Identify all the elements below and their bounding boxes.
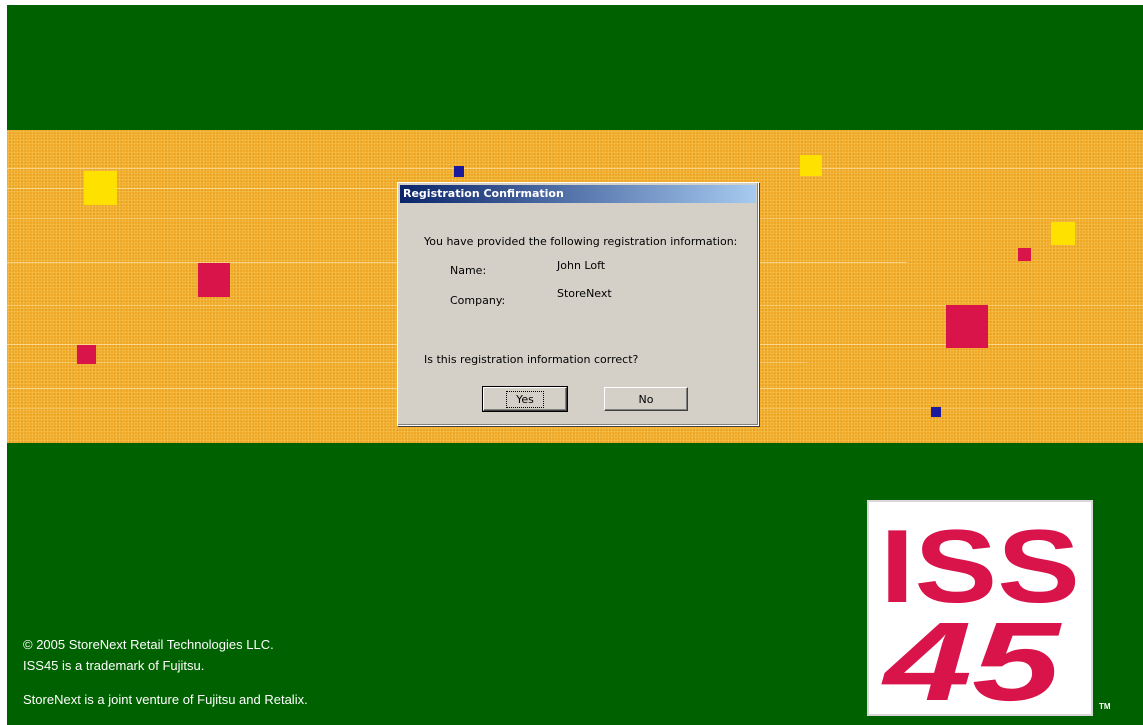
name-label: Name: (450, 264, 487, 277)
company-value: StoreNext (557, 287, 612, 300)
decor-square (946, 305, 988, 348)
iss45-logo: ISS 45 (867, 500, 1093, 716)
no-button-label: No (638, 392, 654, 406)
trademark-symbol: TM (1099, 702, 1111, 711)
dialog-intro-text: You have provided the following registra… (424, 235, 738, 248)
decor-square (800, 155, 822, 176)
decor-square (84, 171, 117, 205)
decor-square (454, 166, 464, 177)
decor-square (1051, 222, 1075, 245)
dialog-titlebar: Registration Confirmation (400, 185, 756, 203)
svg-text:45: 45 (881, 599, 1062, 714)
registration-confirmation-dialog: Registration Confirmation You have provi… (397, 182, 759, 426)
splash-screen: ISS 45 TM © 2005 StoreNext Retail Techno… (7, 5, 1143, 725)
decor-square (1018, 248, 1031, 261)
decor-square (77, 345, 96, 364)
no-button[interactable]: No (604, 387, 688, 411)
company-label: Company: (450, 294, 506, 307)
yes-button-label: Yes (506, 390, 544, 408)
yes-button[interactable]: Yes (482, 386, 568, 412)
decor-square (931, 407, 941, 417)
copyright-text: © 2005 StoreNext Retail Technologies LLC… (23, 637, 274, 652)
iss45-logo-mark: ISS 45 (880, 509, 1080, 714)
confirmation-question: Is this registration information correct… (424, 353, 639, 366)
venture-note: StoreNext is a joint venture of Fujitsu … (23, 692, 308, 707)
decor-square (198, 263, 230, 297)
trademark-note: ISS45 is a trademark of Fujitsu. (23, 658, 205, 673)
name-value: John Loft (557, 259, 606, 272)
